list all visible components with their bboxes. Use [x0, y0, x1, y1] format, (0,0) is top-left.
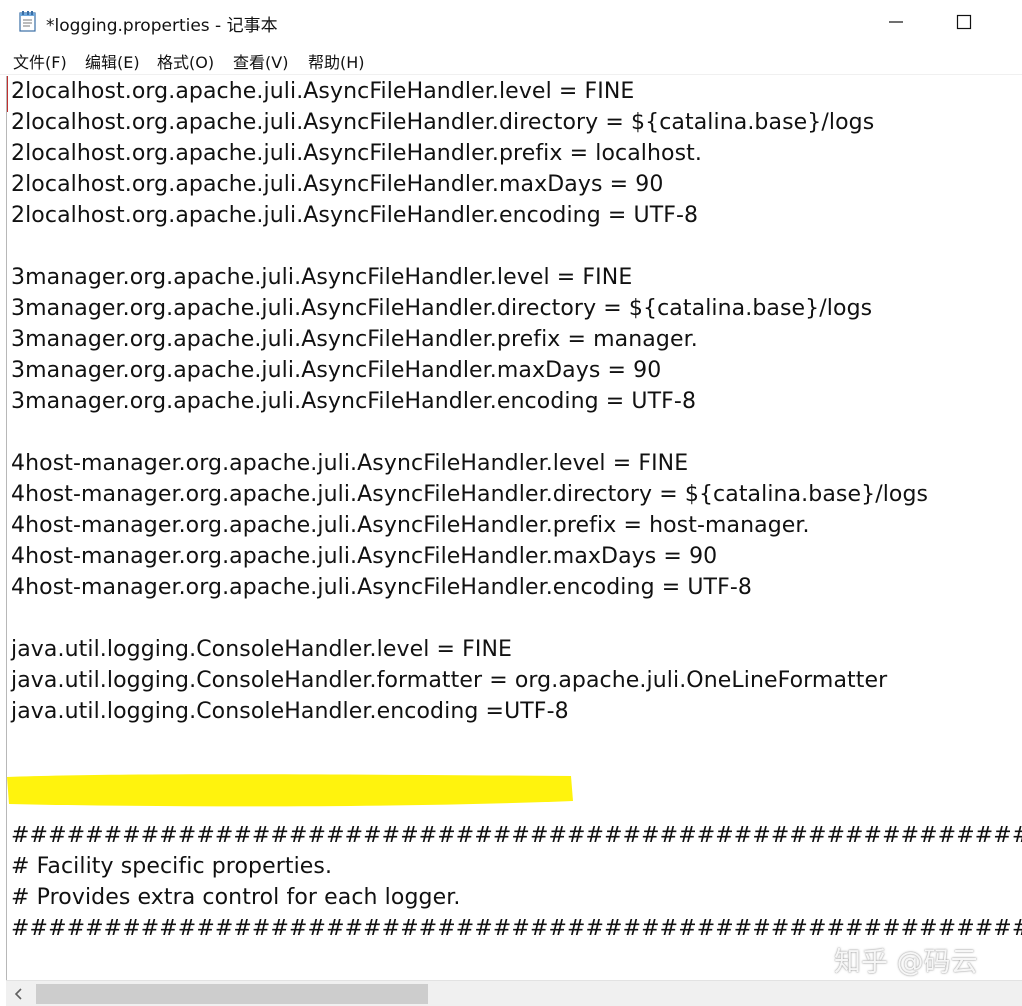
line-text: java.util.logging.ConsoleHandler.encodin… [11, 699, 569, 724]
text-line: ########################################… [11, 820, 1022, 851]
notepad-window: *logging.properties - 记事本 文件(F) 编辑(E) 格式… [0, 0, 1022, 1006]
line-text: 4host-manager.org.apache.juli.AsyncFileH… [11, 544, 718, 569]
notepad-icon [19, 11, 36, 32]
title-bar[interactable]: *logging.properties - 记事本 [0, 0, 1022, 44]
text-line: # Provides extra control for each logger… [11, 882, 460, 913]
line-text: 3manager.org.apache.juli.AsyncFileHandle… [11, 265, 633, 290]
text-line: 3manager.org.apache.juli.AsyncFileHandle… [11, 324, 698, 355]
text-line: 3manager.org.apache.juli.AsyncFileHandle… [11, 262, 632, 293]
text-line: 2localhost.org.apache.juli.AsyncFileHand… [11, 107, 874, 138]
text-line: 4host-manager.org.apache.juli.AsyncFileH… [11, 510, 810, 541]
text-line: 4host-manager.org.apache.juli.AsyncFileH… [11, 572, 752, 603]
menu-view[interactable]: 查看(V) [233, 49, 288, 73]
text-line: 2localhost.org.apache.juli.AsyncFileHand… [11, 76, 634, 107]
line-text: # Facility specific properties. [11, 854, 333, 879]
line-text: 3manager.org.apache.juli.AsyncFileHandle… [11, 327, 698, 352]
text-line: 4host-manager.org.apache.juli.AsyncFileH… [11, 479, 928, 510]
highlight-mark [7, 774, 573, 807]
line-text: 3manager.org.apache.juli.AsyncFileHandle… [11, 296, 873, 321]
caret [7, 76, 8, 112]
maximize-button[interactable] [936, 0, 992, 44]
line-text: 3manager.org.apache.juli.AsyncFileHandle… [11, 389, 697, 414]
text-line: 3manager.org.apache.juli.AsyncFileHandle… [11, 293, 872, 324]
line-text: ########################################… [11, 916, 1022, 941]
highlighted-text-line: java.util.logging.ConsoleHandler.encodin… [11, 696, 569, 727]
line-text: ########################################… [11, 823, 1022, 848]
line-text: 2localhost.org.apache.juli.AsyncFileHand… [11, 141, 702, 166]
text-line: java.util.logging.ConsoleHandler.level =… [11, 634, 512, 665]
chevron-left-icon [14, 988, 22, 1000]
text-line: 2localhost.org.apache.juli.AsyncFileHand… [11, 200, 698, 231]
minimize-icon [889, 21, 903, 23]
menu-format[interactable]: 格式(O) [157, 49, 214, 73]
line-text: 2localhost.org.apache.juli.AsyncFileHand… [11, 110, 875, 135]
text-line: 4host-manager.org.apache.juli.AsyncFileH… [11, 541, 717, 572]
text-line: 4host-manager.org.apache.juli.AsyncFileH… [11, 448, 688, 479]
horizontal-scrollbar[interactable] [6, 980, 1022, 1006]
text-editor[interactable]: 2localhost.org.apache.juli.AsyncFileHand… [6, 76, 1022, 980]
line-text: 4host-manager.org.apache.juli.AsyncFileH… [11, 513, 810, 538]
window-title: *logging.properties - 记事本 [46, 16, 278, 36]
menu-bar: 文件(F) 编辑(E) 格式(O) 查看(V) 帮助(H) [0, 44, 1022, 75]
line-text: # Provides extra control for each logger… [11, 885, 461, 910]
line-text: 4host-manager.org.apache.juli.AsyncFileH… [11, 451, 689, 476]
text-line: 3manager.org.apache.juli.AsyncFileHandle… [11, 355, 661, 386]
line-text: 4host-manager.org.apache.juli.AsyncFileH… [11, 482, 929, 507]
line-text: 2localhost.org.apache.juli.AsyncFileHand… [11, 203, 699, 228]
line-text: 2localhost.org.apache.juli.AsyncFileHand… [11, 79, 635, 104]
text-line: java.util.logging.ConsoleHandler.formatt… [11, 665, 887, 696]
menu-file[interactable]: 文件(F) [13, 49, 67, 73]
watermark: 知乎 @码云 [834, 947, 978, 978]
text-line: # Facility specific properties. [11, 851, 332, 882]
text-line: 2localhost.org.apache.juli.AsyncFileHand… [11, 169, 663, 200]
scroll-left-button[interactable] [6, 981, 32, 1006]
line-text: 4host-manager.org.apache.juli.AsyncFileH… [11, 575, 752, 600]
menu-help[interactable]: 帮助(H) [308, 49, 365, 73]
maximize-icon [956, 14, 972, 30]
line-text: java.util.logging.ConsoleHandler.formatt… [11, 668, 888, 693]
menu-edit[interactable]: 编辑(E) [85, 49, 140, 73]
line-text: java.util.logging.ConsoleHandler.level =… [11, 637, 513, 662]
line-text: 2localhost.org.apache.juli.AsyncFileHand… [11, 172, 664, 197]
line-text: 3manager.org.apache.juli.AsyncFileHandle… [11, 358, 662, 383]
text-line: 3manager.org.apache.juli.AsyncFileHandle… [11, 386, 696, 417]
text-line: 2localhost.org.apache.juli.AsyncFileHand… [11, 138, 702, 169]
minimize-button[interactable] [868, 0, 924, 44]
scrollbar-thumb[interactable] [36, 984, 428, 1004]
